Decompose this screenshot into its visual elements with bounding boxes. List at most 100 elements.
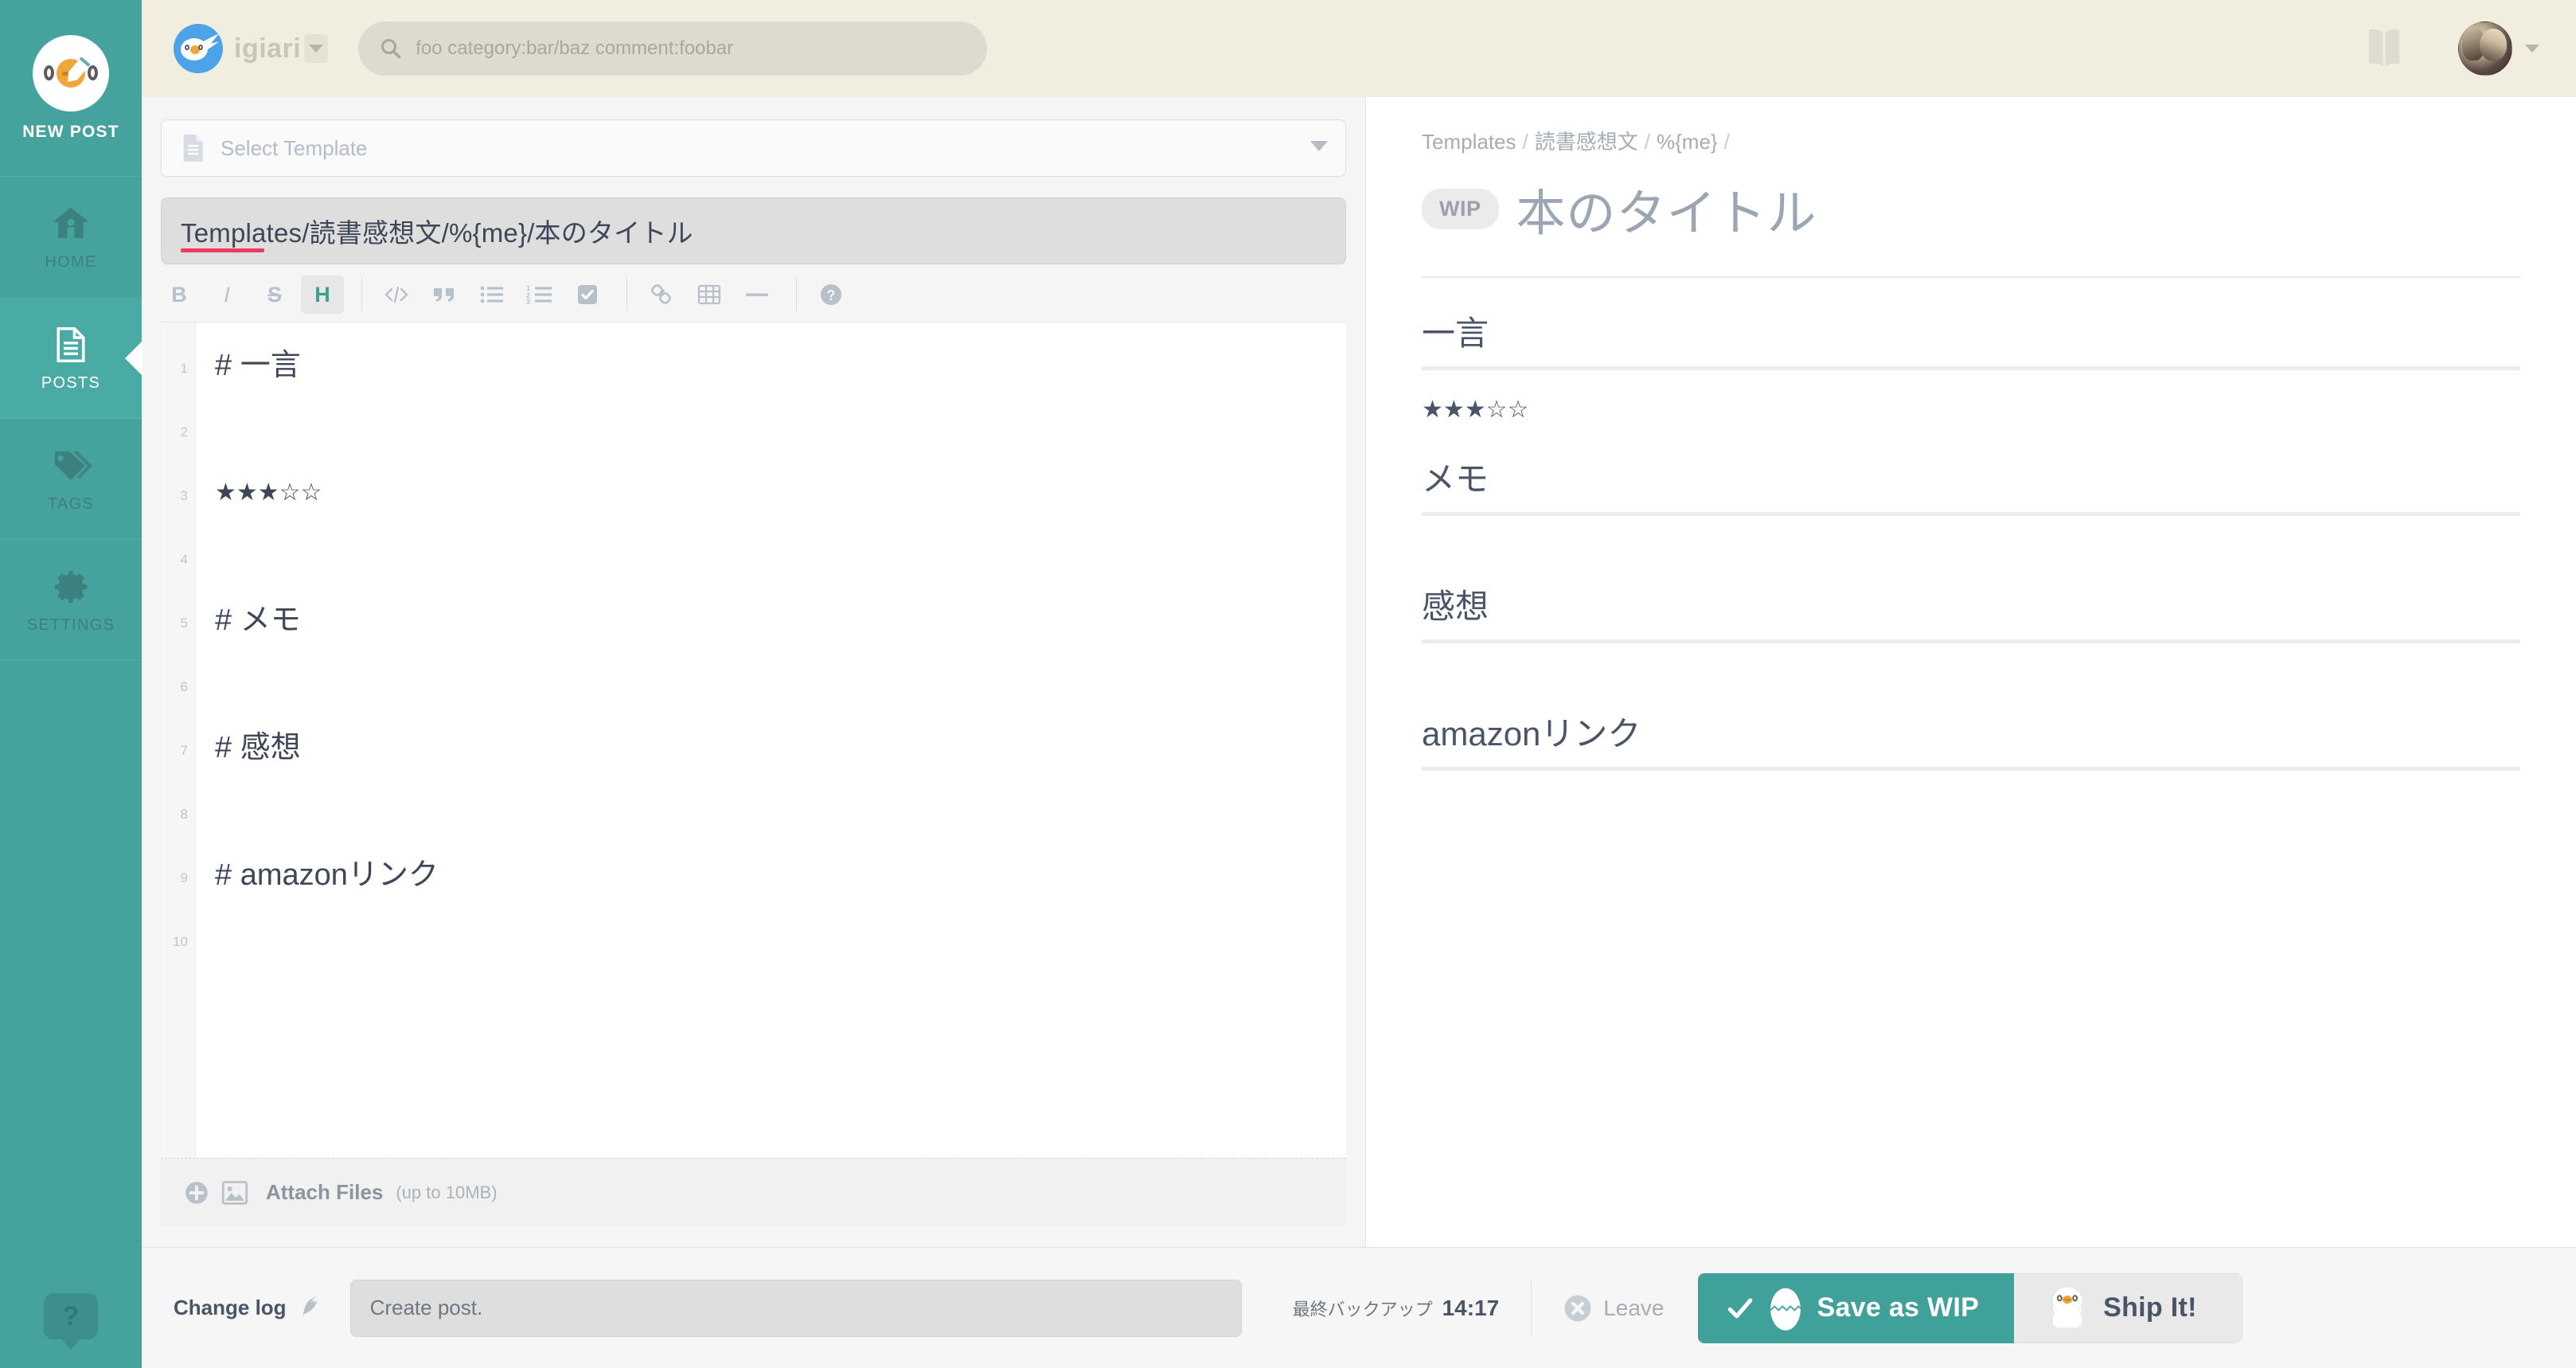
numbered-list-button[interactable]: 1 2 3 <box>518 276 561 314</box>
status-badge: WIP <box>1422 188 1499 229</box>
egg-icon <box>1770 1288 1802 1331</box>
strikethrough-button[interactable]: S <box>253 276 296 314</box>
brand-name: igiari <box>234 33 302 64</box>
top-bar: igiari foo category:bar/baz comment:foob… <box>142 0 2576 97</box>
last-backup-time: 14:17 <box>1442 1295 1500 1320</box>
chevron-down-icon <box>309 45 324 53</box>
team-switcher-button[interactable] <box>304 34 329 63</box>
line-number: 7 <box>180 743 188 758</box>
help-button[interactable]: ? <box>44 1293 98 1339</box>
sidebar-item-label-posts: POSTS <box>41 374 101 392</box>
document-icon <box>57 326 85 363</box>
last-backup: 最終バックアップ 14:17 <box>1293 1296 1500 1321</box>
content-region: Select Template Templates/読書感想文/%{me}/本の… <box>142 97 2576 1247</box>
select-template-label: Select Template <box>221 135 368 160</box>
help-button[interactable]: ? <box>810 276 853 314</box>
sidebar-item-tags[interactable]: TAGS <box>0 419 142 540</box>
breadcrumb-item-2[interactable]: 読書感想文 <box>1535 130 1638 154</box>
breadcrumb-separator: / <box>1522 130 1528 154</box>
book-icon[interactable] <box>2359 24 2409 73</box>
preview-panel: Templates / 読書感想文 / %{me} / WIP 本のタイトル 一言 ★★★… <box>1366 97 2576 1247</box>
egg-avatar-icon <box>33 34 109 111</box>
editor-toolbar: B I S H 1 2 3 ? <box>142 264 1365 322</box>
breadcrumb-separator: / <box>1723 130 1730 154</box>
heading-button[interactable]: H <box>301 276 344 314</box>
brand-link[interactable]: igiari <box>174 24 301 73</box>
search-placeholder: foo category:bar/baz comment:foobar <box>416 37 734 59</box>
preview-star-rating: ★★★☆☆ <box>1422 397 1529 423</box>
new-post-button[interactable]: NEW POST <box>0 0 142 177</box>
preview-heading: メモ <box>1422 460 1489 498</box>
toolbar-divider <box>626 278 627 311</box>
table-button[interactable] <box>688 276 731 314</box>
select-template-dropdown[interactable]: Select Template <box>161 119 1346 177</box>
preview-heading: 一言 <box>1422 315 1489 352</box>
sidebar-item-label-settings: SETTINGS <box>26 616 115 634</box>
sidebar-item-posts[interactable]: POSTS <box>0 298 142 419</box>
attach-files-label: Attach Files <box>266 1180 384 1204</box>
title-highlight-underline <box>181 248 264 252</box>
page-title: 本のタイトル <box>1516 186 1817 241</box>
line-number: 10 <box>173 934 188 949</box>
code-area[interactable]: # 一言 ★★★☆☆ # メモ # 感想 # amazonリンク <box>196 322 1346 1158</box>
user-menu-button[interactable] <box>2458 21 2539 76</box>
post-title-input[interactable]: Templates/読書感想文/%{me}/本のタイトル <box>161 197 1346 264</box>
horizontal-rule-button[interactable] <box>736 276 779 314</box>
line-number: 5 <box>180 616 188 631</box>
bullet-list-button[interactable] <box>470 276 513 314</box>
save-as-wip-button[interactable]: Save as WIP <box>1697 1272 2015 1343</box>
app-root: NEW POST HOME POSTS TAGS SETTINGS ? igia… <box>0 0 2576 1368</box>
bottom-divider <box>1531 1279 1532 1337</box>
x-circle-icon <box>1564 1295 1591 1321</box>
bold-button[interactable]: B <box>158 276 201 314</box>
tag-icon <box>54 451 92 480</box>
main-area: igiari foo category:bar/baz comment:foob… <box>142 0 2576 1368</box>
post-title-value: Templates/読書感想文/%{me}/本のタイトル <box>181 218 693 248</box>
svg-text:3: 3 <box>526 298 530 305</box>
editor-line: # 感想 <box>215 731 301 764</box>
sidebar-item-settings[interactable]: SETTINGS <box>0 540 142 661</box>
plus-circle-icon <box>185 1181 208 1204</box>
bird-logo-icon <box>174 24 223 73</box>
ship-it-label: Ship It! <box>2103 1292 2197 1323</box>
preview-heading: 感想 <box>1422 588 1489 625</box>
document-icon <box>183 135 203 162</box>
code-button[interactable] <box>375 276 418 314</box>
search-input[interactable]: foo category:bar/baz comment:foobar <box>358 21 988 76</box>
changelog-input[interactable]: Create post. <box>349 1279 1242 1337</box>
checkbox-button[interactable] <box>566 276 609 314</box>
markdown-editor[interactable]: 1 2 3 4 5 6 7 8 9 10 # 一言 ★★★☆☆ # メモ # 感… <box>161 322 1346 1158</box>
avatar <box>2458 21 2512 76</box>
sidebar-item-home[interactable]: HOME <box>0 177 142 298</box>
preview-spacer <box>1422 516 2520 551</box>
leave-button[interactable]: Leave <box>1563 1294 1665 1323</box>
toolbar-divider <box>361 278 362 311</box>
breadcrumb-item-1[interactable]: Templates <box>1422 130 1516 154</box>
preview-spacer <box>1422 643 2520 678</box>
save-as-wip-label: Save as WIP <box>1817 1292 1980 1323</box>
breadcrumb-item-3[interactable]: %{me} <box>1657 130 1718 154</box>
link-button[interactable] <box>640 276 683 314</box>
post-actions: Save as WIP Ship It! <box>1697 1272 2242 1343</box>
preview-title-row: WIP 本のタイトル <box>1422 173 2520 244</box>
attach-files-button[interactable]: Attach Files (up to 10MB) <box>161 1158 1346 1226</box>
svg-text:?: ? <box>827 287 836 303</box>
gear-icon <box>54 570 88 604</box>
line-number: 9 <box>180 870 188 885</box>
bottom-bar: Change log Create post. 最終バックアップ 14:17 L… <box>142 1247 2576 1368</box>
editor-line: # amazonリンク <box>215 858 439 892</box>
changelog-label: Change log <box>174 1296 287 1319</box>
line-number: 4 <box>180 552 188 567</box>
italic-button[interactable]: I <box>205 276 248 314</box>
breadcrumb: Templates / 読書感想文 / %{me} / <box>1422 126 2520 155</box>
quote-button[interactable] <box>423 276 466 314</box>
ship-it-button[interactable]: Ship It! <box>2014 1272 2242 1343</box>
sidebar-item-label-tags: TAGS <box>47 495 95 513</box>
line-number-gutter: 1 2 3 4 5 6 7 8 9 10 <box>161 322 196 1158</box>
preview-heading-rule <box>1422 366 2520 370</box>
active-indicator-icon <box>125 340 142 376</box>
